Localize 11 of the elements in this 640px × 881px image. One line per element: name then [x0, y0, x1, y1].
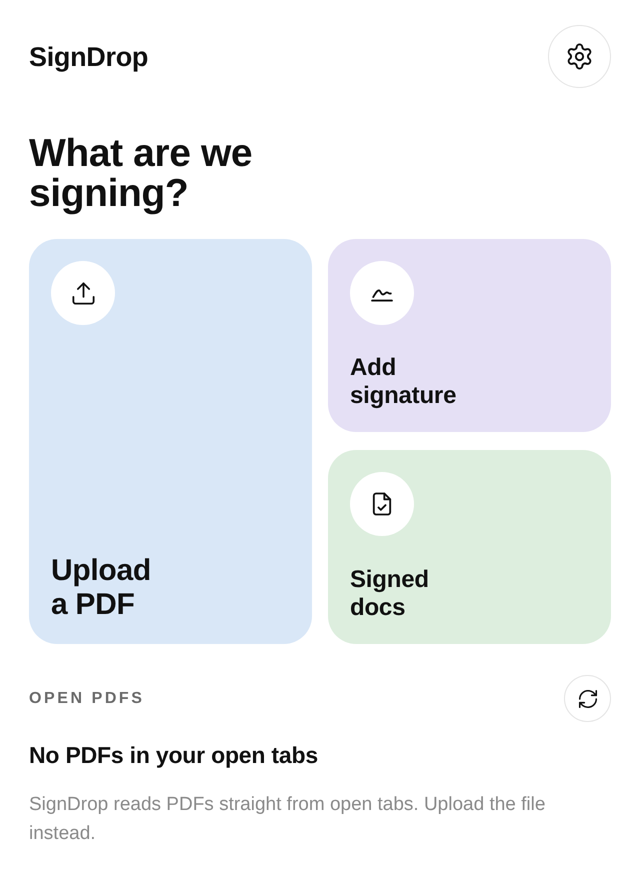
empty-state-title: No PDFs in your open tabs: [29, 741, 319, 769]
settings-icon: [565, 42, 594, 71]
app-title: SignDrop: [29, 40, 148, 72]
upload-card[interactable]: Upload a PDF: [29, 239, 312, 644]
signed-docs-card[interactable]: Signed docs: [328, 450, 611, 644]
page-heading: What are we signing?: [29, 134, 254, 214]
refresh-icon: [576, 688, 598, 710]
signature-card[interactable]: Add signature: [328, 239, 611, 432]
empty-state-text: SignDrop reads PDFs straight from open tabs. Upload the file instead.: [29, 793, 546, 846]
refresh-button[interactable]: [564, 675, 611, 722]
section-label: OPEN PDFS: [29, 688, 145, 708]
